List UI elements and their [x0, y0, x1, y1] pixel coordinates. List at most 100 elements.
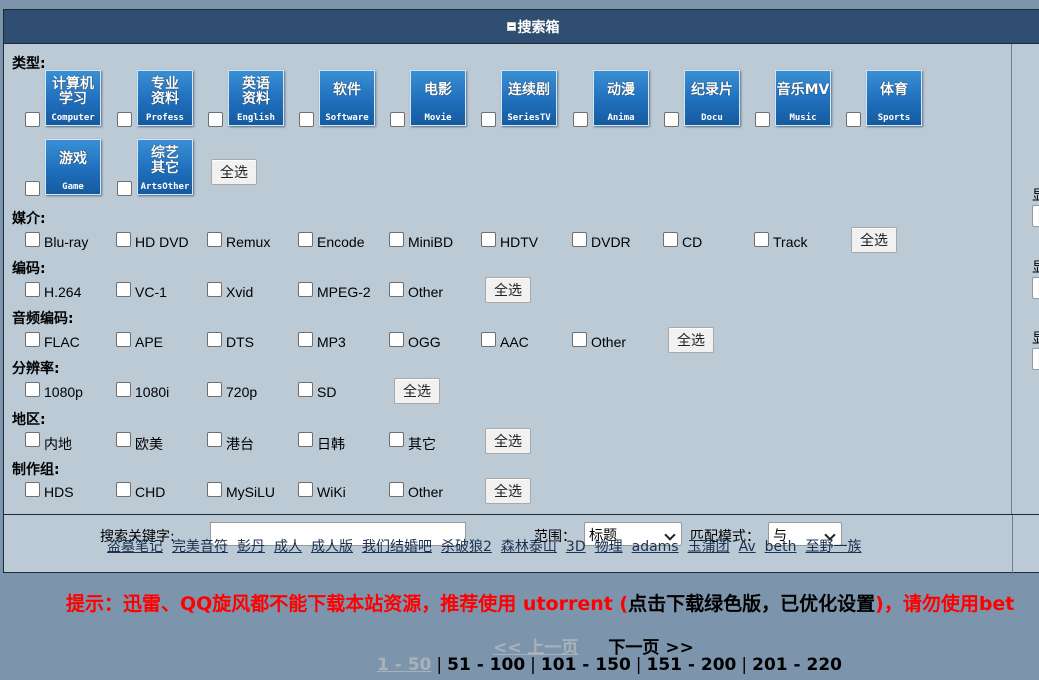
codec-option-label[interactable]: H.264 — [44, 284, 81, 300]
medium-checkbox[interactable] — [663, 232, 678, 247]
codec-checkbox[interactable] — [298, 282, 313, 297]
codec-option-label[interactable]: Other — [408, 284, 443, 300]
medium-checkbox[interactable] — [754, 232, 769, 247]
page-link[interactable]: 101 - 150 — [541, 655, 631, 675]
region-checkbox[interactable] — [116, 432, 131, 447]
region-option-label[interactable]: 日韩 — [317, 434, 345, 454]
team-checkbox[interactable] — [25, 482, 40, 497]
medium-option-label[interactable]: Blu-ray — [44, 234, 88, 250]
medium-option-label[interactable]: Encode — [317, 234, 364, 250]
codec-option-label[interactable]: Xvid — [226, 284, 253, 300]
hot-keyword-link[interactable]: Av — [739, 539, 756, 555]
audio-option-label[interactable]: FLAC — [44, 334, 80, 350]
category-checkbox[interactable] — [481, 112, 496, 127]
team-option-label[interactable]: WiKi — [317, 484, 346, 500]
hot-keyword-link[interactable]: 玉蒲团 — [688, 539, 730, 555]
team-checkbox[interactable] — [298, 482, 313, 497]
hot-keyword-link[interactable]: 森林泰山 — [501, 539, 557, 555]
category-icon-game[interactable]: 游戏 Game — [45, 139, 101, 195]
audio-checkbox[interactable] — [481, 332, 496, 347]
region-option-label[interactable]: 其它 — [408, 434, 436, 454]
medium-option-label[interactable]: Track — [773, 234, 807, 250]
display-option-select[interactable] — [1032, 348, 1039, 370]
category-checkbox[interactable] — [117, 112, 132, 127]
hot-keyword-link[interactable]: 至野一族 — [806, 539, 862, 555]
search-box-header[interactable]: 搜索箱 — [4, 10, 1039, 44]
team-option-label[interactable]: CHD — [135, 484, 165, 500]
codec-checkbox[interactable] — [207, 282, 222, 297]
audio-option-label[interactable]: DTS — [226, 334, 254, 350]
category-checkbox[interactable] — [25, 181, 40, 196]
codec-checkbox[interactable] — [116, 282, 131, 297]
codec-checkbox[interactable] — [389, 282, 404, 297]
medium-checkbox[interactable] — [572, 232, 587, 247]
category-icon-docu[interactable]: 纪录片 Docu — [684, 70, 740, 126]
page-link[interactable]: 201 - 220 — [752, 655, 842, 675]
region-option-label[interactable]: 内地 — [44, 434, 72, 454]
medium-option-label[interactable]: MiniBD — [408, 234, 453, 250]
category-icon-english[interactable]: 英语 资料 English — [228, 70, 284, 126]
category-icon-sports[interactable]: 体育 Sports — [866, 70, 922, 126]
select-all-team-button[interactable]: 全选 — [485, 478, 531, 504]
resolution-option-label[interactable]: 1080p — [44, 384, 83, 400]
audio-checkbox[interactable] — [298, 332, 313, 347]
audio-checkbox[interactable] — [572, 332, 587, 347]
category-icon-seriestv[interactable]: 连续剧 SeriesTV — [501, 70, 557, 126]
resolution-checkbox[interactable] — [116, 382, 131, 397]
resolution-checkbox[interactable] — [207, 382, 222, 397]
page-link[interactable]: 51 - 100 — [447, 655, 525, 675]
select-all-codec-button[interactable]: 全选 — [485, 277, 531, 303]
team-option-label[interactable]: HDS — [44, 484, 74, 500]
category-icon-artsother[interactable]: 综艺 其它 ArtsOther — [137, 139, 193, 195]
category-checkbox[interactable] — [390, 112, 405, 127]
category-checkbox[interactable] — [664, 112, 679, 127]
medium-checkbox[interactable] — [207, 232, 222, 247]
team-option-label[interactable]: Other — [408, 484, 443, 500]
codec-checkbox[interactable] — [25, 282, 40, 297]
medium-checkbox[interactable] — [298, 232, 313, 247]
region-checkbox[interactable] — [207, 432, 222, 447]
hot-keyword-link[interactable]: 我们结婚吧 — [362, 539, 432, 555]
category-icon-movie[interactable]: 电影 Movie — [410, 70, 466, 126]
category-icon-computer[interactable]: 计算机 学习 Computer — [45, 70, 101, 126]
audio-checkbox[interactable] — [389, 332, 404, 347]
audio-option-label[interactable]: MP3 — [317, 334, 346, 350]
audio-checkbox[interactable] — [116, 332, 131, 347]
select-all-region-button[interactable]: 全选 — [485, 428, 531, 454]
resolution-option-label[interactable]: 1080i — [135, 384, 169, 400]
hot-keyword-link[interactable]: 盗墓笔记 — [107, 539, 163, 555]
category-checkbox[interactable] — [208, 112, 223, 127]
hot-keyword-link[interactable]: 成人 — [274, 539, 302, 555]
category-checkbox[interactable] — [117, 181, 132, 196]
display-option-select[interactable] — [1032, 205, 1039, 227]
hot-keyword-link[interactable]: 成人版 — [311, 539, 353, 555]
team-checkbox[interactable] — [207, 482, 222, 497]
hot-keyword-link[interactable]: 物理 — [595, 539, 623, 555]
page-link[interactable]: 151 - 200 — [647, 655, 737, 675]
medium-checkbox[interactable] — [116, 232, 131, 247]
medium-checkbox[interactable] — [389, 232, 404, 247]
select-all-medium-button[interactable]: 全选 — [851, 227, 897, 253]
resolution-checkbox[interactable] — [25, 382, 40, 397]
display-option-select[interactable] — [1032, 277, 1039, 299]
audio-checkbox[interactable] — [25, 332, 40, 347]
region-checkbox[interactable] — [25, 432, 40, 447]
audio-option-label[interactable]: APE — [135, 334, 163, 350]
category-icon-anima[interactable]: 动漫 Anima — [593, 70, 649, 126]
category-icon-profess[interactable]: 专业 资料 Profess — [137, 70, 193, 126]
collapse-icon[interactable] — [506, 22, 516, 31]
download-green-link[interactable]: 点击下载绿色版，已优化设置 — [628, 593, 875, 615]
hot-keyword-link[interactable]: 3D — [566, 539, 586, 555]
codec-option-label[interactable]: VC-1 — [135, 284, 167, 300]
medium-option-label[interactable]: HDTV — [500, 234, 538, 250]
audio-option-label[interactable]: AAC — [500, 334, 529, 350]
hot-keyword-link[interactable]: 彭丹 — [237, 539, 265, 555]
medium-checkbox[interactable] — [481, 232, 496, 247]
hot-keyword-link[interactable]: 杀破狼2 — [441, 539, 492, 555]
region-checkbox[interactable] — [389, 432, 404, 447]
audio-option-label[interactable]: Other — [591, 334, 626, 350]
medium-option-label[interactable]: Remux — [226, 234, 270, 250]
select-all-audio-button[interactable]: 全选 — [668, 327, 714, 353]
audio-option-label[interactable]: OGG — [408, 334, 441, 350]
hot-keyword-link[interactable]: beth — [765, 539, 797, 555]
